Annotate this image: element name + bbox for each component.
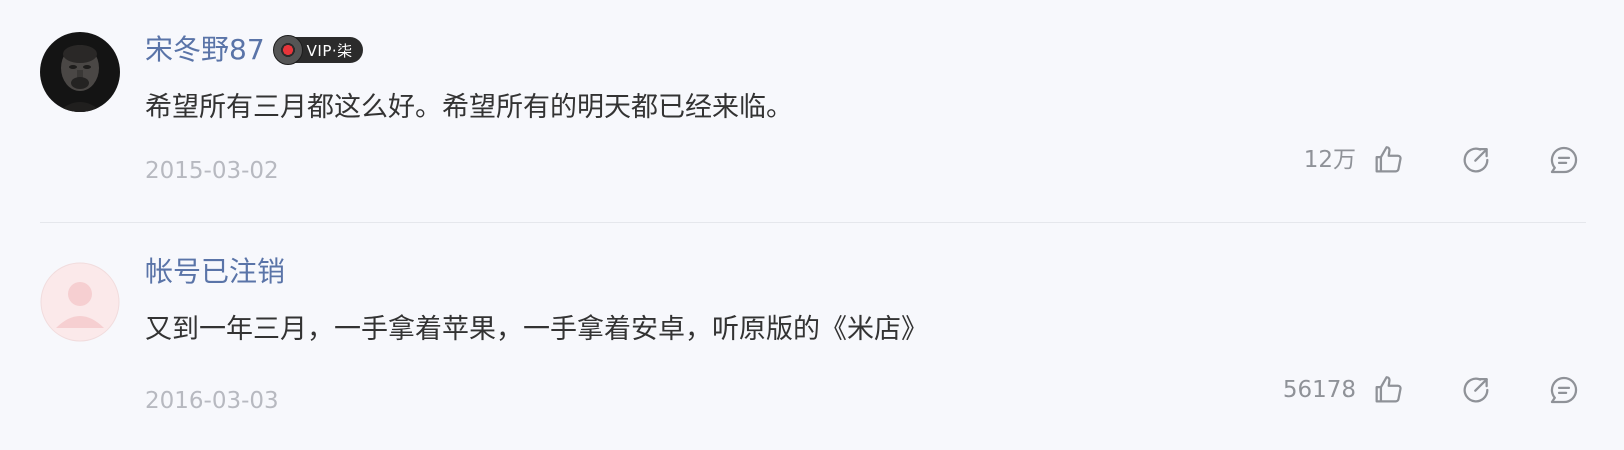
- name-row: 帐号已注销: [145, 252, 285, 292]
- comment-item: 宋冬野87 VIP·柒 希望所有三月都这么好。希望所有的明天都已经来临。 201…: [0, 0, 1624, 222]
- avatar[interactable]: [40, 32, 120, 112]
- comment-actions: 56178: [1283, 368, 1584, 412]
- thumbs-up-icon: [1375, 376, 1402, 403]
- comment-text: 希望所有三月都这么好。希望所有的明天都已经来临。: [145, 92, 793, 123]
- share-button[interactable]: [1456, 140, 1496, 180]
- thumbs-up-icon: [1375, 146, 1402, 173]
- username-link[interactable]: 宋冬野87: [145, 30, 265, 70]
- comment-date: 2016-03-03: [145, 388, 279, 414]
- comment-actions: 12万: [1304, 138, 1584, 182]
- vip-badge-label: VIP·柒: [306, 41, 353, 60]
- comment-icon: [1550, 376, 1578, 404]
- vip-badge[interactable]: VIP·柒: [272, 35, 363, 65]
- username-link[interactable]: 帐号已注销: [145, 252, 285, 292]
- reply-button[interactable]: [1544, 370, 1584, 410]
- like-count: 56178: [1282, 377, 1356, 403]
- like-button[interactable]: [1368, 370, 1408, 410]
- reply-button[interactable]: [1544, 140, 1584, 180]
- comment-date: 2015-03-02: [145, 158, 279, 184]
- comment-icon: [1550, 146, 1578, 174]
- vinyl-disc-icon: [272, 35, 303, 65]
- share-icon: [1463, 147, 1489, 173]
- share-button[interactable]: [1456, 370, 1496, 410]
- like-button[interactable]: [1368, 140, 1408, 180]
- name-row: 宋冬野87 VIP·柒: [145, 30, 363, 70]
- comment-text: 又到一年三月，一手拿着苹果，一手拿着安卓，听原版的《米店》: [145, 314, 928, 345]
- comment-item: 帐号已注销 又到一年三月，一手拿着苹果，一手拿着安卓，听原版的《米店》 2016…: [0, 222, 1624, 444]
- like-count: 12万: [1303, 147, 1356, 173]
- avatar[interactable]: [40, 262, 120, 342]
- share-icon: [1463, 377, 1489, 403]
